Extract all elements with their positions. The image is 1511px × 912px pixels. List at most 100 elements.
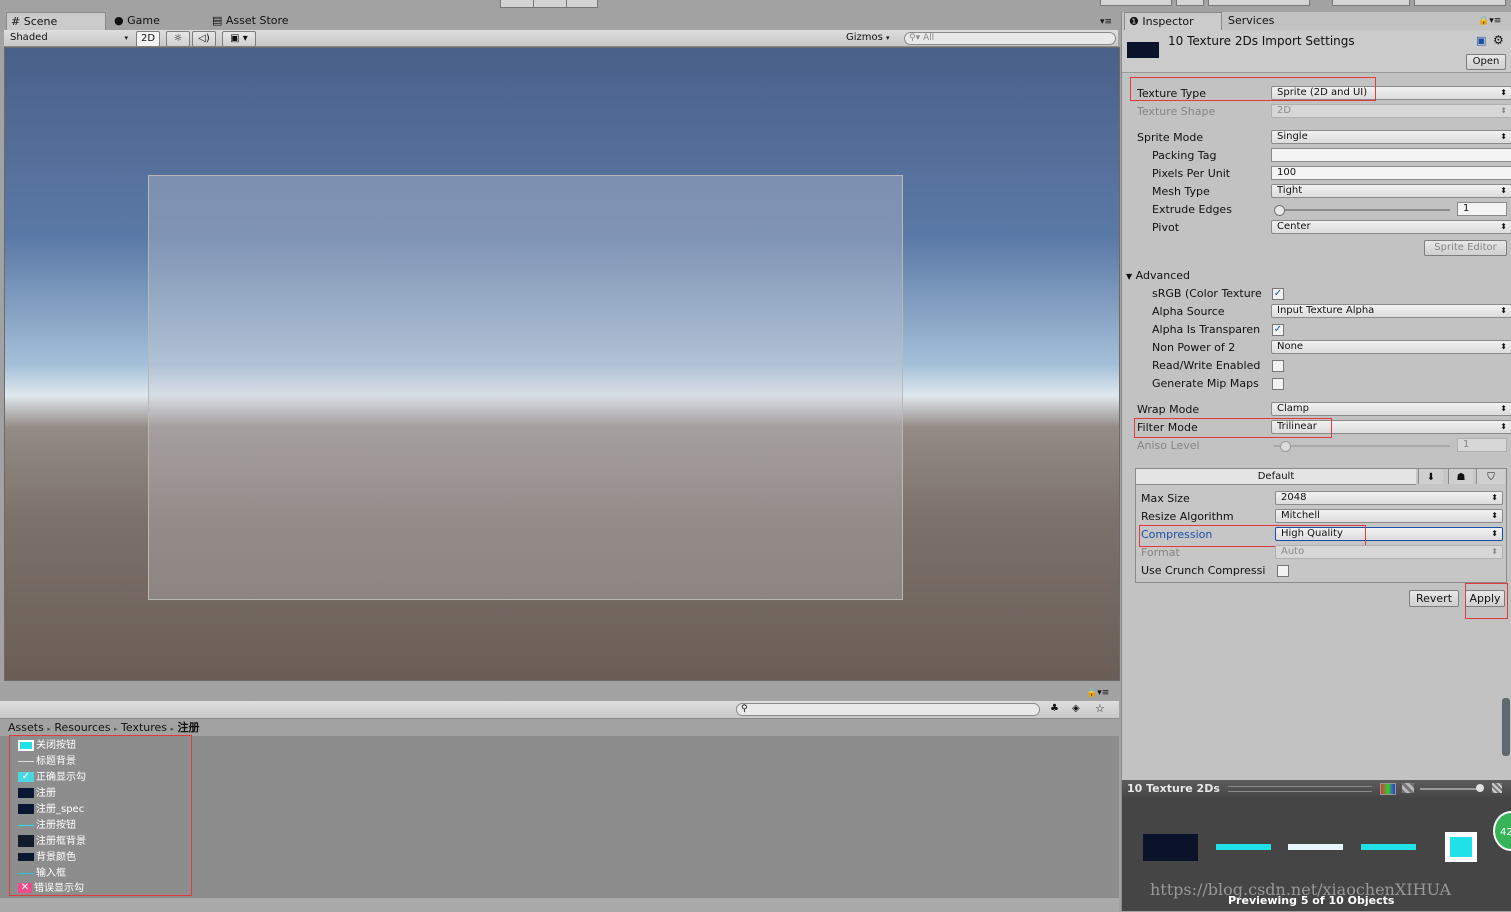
sprite-mode-dropdown[interactable]: Single [1271, 130, 1511, 144]
inspector-title: 10 Texture 2Ds Import Settings [1168, 34, 1355, 48]
scene-panel-menu-icon[interactable]: ▾≡ [1100, 17, 1112, 27]
tab-asset-store[interactable]: ▤ Asset Store [208, 12, 322, 29]
pause-button[interactable] [533, 0, 567, 8]
step-button[interactable] [566, 0, 598, 8]
tab-inspector[interactable]: ❶ Inspector [1124, 12, 1222, 30]
cloud-button[interactable] [1176, 0, 1204, 6]
alpha-toggle-icon[interactable] [1402, 783, 1414, 793]
list-item[interactable]: ✓ 正确显示勾 [18, 770, 86, 785]
inspector-lock-icon[interactable]: 🔒▾≡ [1478, 16, 1501, 26]
texture-thumbnail-icon [18, 804, 34, 814]
list-item[interactable]: ✕ 错误显示勾 [18, 881, 84, 896]
wrap-mode-dropdown[interactable]: Clamp [1271, 402, 1511, 416]
breadcrumb-item[interactable]: Assets [8, 721, 44, 734]
non-power-of-2-label: Non Power of 2 [1152, 341, 1236, 354]
platform-tab-default[interactable]: Default [1136, 469, 1416, 485]
checker-toggle-icon[interactable] [1492, 783, 1502, 793]
gear-icon[interactable]: ⚙ [1493, 33, 1504, 47]
texture-type-dropdown[interactable]: Sprite (2D and UI) [1271, 86, 1511, 100]
checkmark-thumbnail-icon: ✓ [18, 772, 34, 782]
filter-mode-label: Filter Mode [1137, 421, 1198, 434]
packing-tag-input[interactable] [1271, 148, 1511, 162]
platform-tab-webgl[interactable]: ⛉ [1476, 469, 1505, 484]
open-button[interactable]: Open [1466, 54, 1506, 70]
collab-button[interactable] [1100, 0, 1172, 6]
list-item[interactable]: 注册框背景 [18, 834, 86, 849]
preview-caption: Previewing 5 of 10 Objects [1228, 894, 1395, 907]
mip-maps-checkbox[interactable] [1272, 378, 1284, 390]
tab-services[interactable]: Services [1224, 12, 1308, 29]
max-size-dropdown[interactable]: 2048 [1275, 491, 1503, 505]
list-item[interactable]: 输入框 [18, 866, 66, 881]
breadcrumb-item[interactable]: 注册 [178, 721, 200, 734]
list-item[interactable]: 注册_spec [18, 802, 84, 817]
alpha-transparency-label: Alpha Is Transparen [1152, 323, 1261, 336]
breadcrumb-item[interactable]: Resources [54, 721, 110, 734]
effects-toggle[interactable]: ▣ ▾ [222, 31, 256, 47]
list-item[interactable]: 关闭按钮 [18, 738, 76, 753]
resize-algorithm-dropdown[interactable]: Mitchell [1275, 509, 1503, 523]
apply-button[interactable]: Apply [1465, 590, 1505, 607]
layout-button[interactable] [1414, 0, 1506, 6]
pixels-per-unit-input[interactable]: 100 [1271, 166, 1511, 180]
sprite-quad[interactable] [148, 175, 903, 600]
list-item[interactable]: 背景颜色 [18, 850, 76, 865]
search-icon: ⚲▾ [909, 33, 921, 43]
compression-dropdown[interactable]: High Quality [1275, 527, 1503, 541]
gizmos-dropdown[interactable]: Gizmos ▾ [846, 31, 898, 45]
srgb-checkbox[interactable]: ✓ [1272, 288, 1284, 300]
alpha-transparency-checkbox[interactable]: ✓ [1272, 324, 1284, 336]
list-item[interactable]: 注册 [18, 786, 56, 801]
platform-tab-standalone[interactable]: ⬇ [1418, 469, 1443, 484]
mip-slider[interactable] [1420, 788, 1482, 790]
extrude-edges-slider-handle[interactable] [1274, 205, 1285, 216]
revert-button[interactable]: Revert [1409, 590, 1459, 607]
aniso-level-input: 1 [1457, 438, 1507, 452]
help-icon[interactable]: ▣ [1476, 34, 1486, 47]
advanced-foldout[interactable]: ▼ Advanced [1126, 268, 1190, 284]
layers-button[interactable] [1332, 0, 1410, 6]
preview-title: 10 Texture 2Ds [1127, 782, 1220, 795]
alpha-source-dropdown[interactable]: Input Texture Alpha [1271, 304, 1511, 318]
download-icon: ⬇ [1426, 472, 1436, 483]
tab-game[interactable]: ● Game [110, 12, 204, 29]
mesh-type-dropdown[interactable]: Tight [1271, 184, 1511, 198]
project-panel-menu-icon[interactable]: 🔒▾≡ [1086, 688, 1109, 698]
breadcrumb: Assets ▸ Resources ▸ Textures ▸ 注册 [8, 721, 200, 734]
breadcrumb-item[interactable]: Textures [121, 721, 167, 734]
extrude-edges-slider[interactable] [1274, 209, 1450, 211]
sprite-editor-button[interactable]: Sprite Editor [1424, 240, 1507, 256]
grid-icon: # [11, 15, 21, 28]
account-button[interactable] [1208, 0, 1310, 6]
list-item[interactable]: 标题背景 [18, 754, 76, 769]
texture-thumbnail-icon [18, 739, 34, 751]
mip-slider-handle[interactable] [1476, 784, 1484, 792]
scene-search-input[interactable]: ⚲▾ All [904, 32, 1116, 45]
rgb-toggle-icon[interactable] [1380, 783, 1396, 795]
filter-by-label-icon[interactable]: ◈ [1072, 703, 1080, 714]
filter-by-type-icon[interactable]: ♣ [1050, 703, 1059, 714]
non-power-of-2-dropdown[interactable]: None [1271, 340, 1511, 354]
preview-texture-4 [1361, 844, 1416, 850]
filter-mode-dropdown[interactable]: Trilinear [1271, 420, 1511, 434]
lighting-toggle[interactable]: ☼ [166, 31, 190, 47]
pivot-dropdown[interactable]: Center [1271, 220, 1511, 234]
wrap-mode-label: Wrap Mode [1137, 403, 1200, 416]
extrude-edges-input[interactable]: 1 [1457, 202, 1507, 216]
2d-toggle[interactable]: 2D [136, 31, 160, 47]
list-item[interactable]: 注册按钮 [18, 818, 76, 833]
tab-scene[interactable]: # Scene [6, 12, 106, 30]
platform-tab-android[interactable]: ☗ [1448, 469, 1473, 484]
inspector-scrollbar[interactable] [1502, 698, 1510, 756]
favorite-star-icon[interactable]: ☆ [1095, 702, 1105, 715]
read-write-checkbox[interactable] [1272, 360, 1284, 372]
crunch-checkbox[interactable] [1277, 565, 1289, 577]
game-icon: ● [114, 14, 124, 27]
srgb-label: sRGB (Color Texture [1152, 287, 1262, 300]
play-button[interactable] [500, 0, 534, 8]
shading-dropdown[interactable]: Shaded ▾ [10, 31, 128, 45]
asset-list [0, 736, 1119, 897]
audio-toggle[interactable]: ◁) [192, 31, 216, 47]
project-search-input[interactable]: ⚲ [736, 703, 1040, 716]
texture-thumbnail-icon [18, 760, 34, 762]
